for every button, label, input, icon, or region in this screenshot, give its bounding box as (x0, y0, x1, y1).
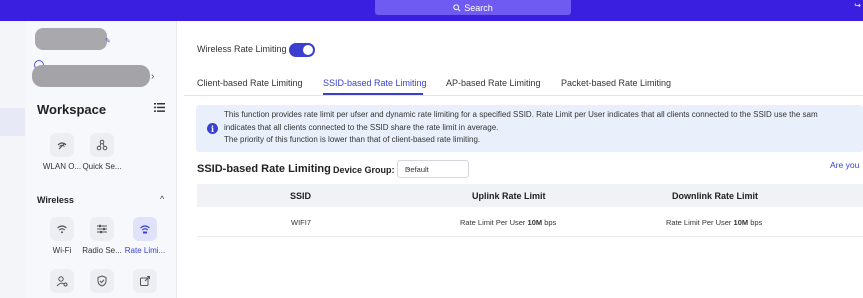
tile-wifi[interactable]: Wi-Fi (41, 217, 83, 255)
redacted-site-selector[interactable] (32, 65, 150, 87)
radio-settings-icon (90, 217, 114, 241)
uplink-value: 10M (527, 218, 543, 227)
section-title: SSID-based Rate Limiting (197, 163, 331, 175)
tile-user-settings[interactable] (41, 269, 83, 293)
device-group-select[interactable]: Default ⌄ (397, 160, 469, 178)
device-group-label: Device Group: (333, 165, 395, 175)
tile-label: Rate Limi... (124, 246, 166, 255)
tab-bar: Client-based Rate Limiting SSID-based Ra… (184, 73, 863, 96)
table-row: WIFI7 Rate Limit Per User 10M bps Rate L… (197, 209, 863, 237)
downlink-prefix: Rate Limit Per User (666, 218, 734, 227)
chevron-up-icon[interactable]: ^ (160, 194, 164, 204)
top-bar: Search ↪ (0, 0, 863, 21)
help-link[interactable]: Are you (830, 160, 859, 170)
wlan-icon (50, 133, 74, 157)
uplink-suffix: bps (542, 218, 557, 227)
info-line: The priority of this function is lower t… (224, 135, 481, 144)
tile-rate-limiting[interactable]: Rate Limi... (124, 217, 166, 255)
chevron-right-icon[interactable]: › (151, 71, 154, 82)
workspace-title: Workspace (37, 102, 107, 117)
list-view-icon[interactable] (154, 103, 165, 114)
toggle-knob (303, 45, 313, 55)
downlink-value: 10M (733, 218, 749, 227)
tile-wlan-optimization[interactable]: WLAN O... (41, 133, 83, 171)
active-tab-indicator (323, 93, 423, 95)
edit-icon[interactable]: ✎ (105, 37, 111, 45)
section-title-wireless: Wireless (37, 195, 74, 205)
tile-label: Quick Se... (82, 162, 122, 171)
tile-other[interactable] (124, 269, 166, 293)
column-header-uplink: Uplink Rate Limit (472, 191, 546, 201)
external-settings-icon (133, 269, 157, 293)
column-header-downlink: Downlink Rate Limit (672, 191, 759, 201)
info-banner: i This function provides rate limit per … (196, 105, 863, 152)
redacted-site-name[interactable] (35, 28, 107, 50)
rate-limiting-toggle-label: Wireless Rate Limiting (197, 44, 287, 54)
top-right-icon[interactable]: ↪ (854, 1, 861, 10)
tile-label: WLAN O... (42, 162, 82, 171)
tile-label: Radio Se... (82, 246, 122, 255)
downlink-suffix: bps (748, 218, 763, 227)
tile-radio-settings[interactable]: Radio Se... (81, 217, 123, 255)
info-text: This function provides rate limit per uf… (224, 109, 863, 147)
sidebar: ✎ › Workspace WLAN O... Quick Se... Wire… (26, 21, 177, 298)
info-line: indicates that all clients connected to … (224, 122, 499, 132)
chevron-down-icon: ⌄ (405, 163, 412, 172)
wifi-icon (50, 217, 74, 241)
tile-quick-setup[interactable]: Quick Se... (81, 133, 123, 171)
tile-label: Wi-Fi (52, 246, 72, 255)
quick-setup-icon (90, 133, 114, 157)
info-icon: i (207, 123, 218, 134)
main-content: Wireless Rate Limiting Client-based Rate… (184, 21, 863, 298)
left-nav-selected-item[interactable] (0, 108, 25, 136)
rate-limit-icon (133, 217, 157, 241)
shield-icon (90, 269, 114, 293)
cell-uplink: Rate Limit Per User 10M bps (460, 218, 556, 227)
column-header-ssid: SSID (290, 191, 312, 201)
rate-limiting-toggle[interactable] (289, 43, 315, 57)
search-icon (453, 3, 461, 12)
tab-client-based[interactable]: Client-based Rate Limiting (197, 78, 303, 88)
table-header: SSID Uplink Rate Limit Downlink Rate Lim… (197, 184, 863, 207)
uplink-prefix: Rate Limit Per User (460, 218, 528, 227)
search-button[interactable]: Search (375, 0, 571, 15)
tab-ssid-based[interactable]: SSID-based Rate Limiting (323, 78, 427, 88)
tile-security[interactable] (81, 269, 123, 293)
tab-ap-based[interactable]: AP-based Rate Limiting (446, 78, 541, 88)
search-label: Search (464, 2, 493, 13)
tab-packet-based[interactable]: Packet-based Rate Limiting (561, 78, 671, 88)
info-line: This function provides rate limit per uf… (224, 110, 818, 119)
cell-ssid: WIFI7 (291, 218, 311, 227)
user-gear-icon (50, 269, 74, 293)
cell-downlink: Rate Limit Per User 10M bps (666, 218, 762, 227)
